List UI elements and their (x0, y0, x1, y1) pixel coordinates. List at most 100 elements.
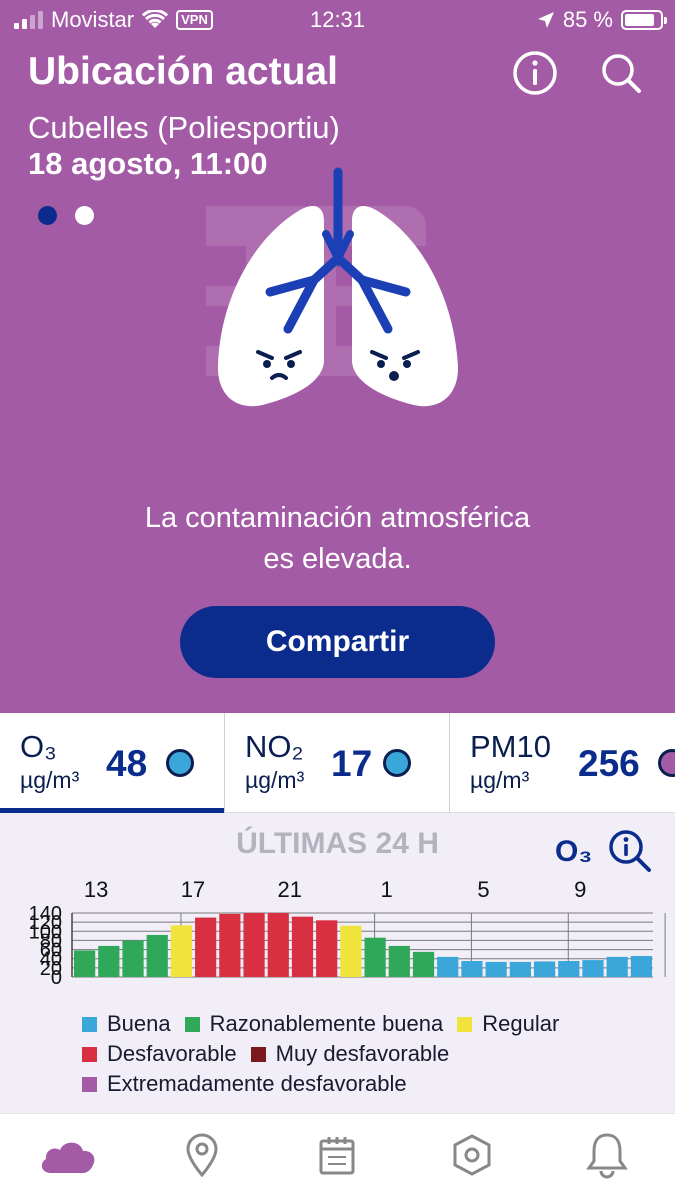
location-arrow-icon (537, 12, 554, 28)
page-dot-2[interactable] (75, 206, 94, 225)
pollutant-unit: µg/m³ (245, 767, 305, 793)
nav-alerts[interactable] (572, 1130, 642, 1180)
chart-bar (364, 937, 386, 977)
y-tick-label: 0 (51, 967, 62, 989)
search-button[interactable] (598, 50, 644, 96)
pollutant-value: 256 (578, 743, 640, 784)
legend-label: Extremadamente desfavorable (107, 1071, 407, 1096)
x-tick-label: 9 (574, 877, 586, 902)
chart-bar (195, 917, 217, 977)
location-pin-icon (186, 1133, 218, 1177)
x-tick-label: 5 (477, 877, 489, 902)
legend-item-regular: Regular (457, 1009, 559, 1039)
nav-calendar[interactable] (302, 1130, 372, 1180)
chart-bar (509, 961, 531, 977)
tab-pm10[interactable]: PM10 µg/m³ 256 (450, 713, 675, 813)
hexagon-settings-icon (453, 1134, 491, 1176)
nav-air-quality[interactable] (32, 1130, 102, 1180)
station-name: Cubelles (Poliesportiu) (28, 110, 340, 145)
page-dot-1[interactable] (38, 206, 57, 225)
legend-item-muy-desfavorable: Muy desfavorable (250, 1039, 450, 1069)
chart-bar (630, 955, 652, 977)
message-line-2: es elevada. (263, 543, 412, 575)
pollutant-name: O₃ (20, 729, 57, 764)
legend-swatch (82, 1016, 97, 1032)
chart-bar (533, 961, 556, 977)
chart-bar (437, 956, 459, 977)
chart-bar (461, 961, 483, 977)
quality-dot (658, 749, 675, 777)
o3-24h-bar-chart: 13 17 21 1 5 9140120100806040200 (29, 877, 666, 989)
battery-percent: 85 % (562, 7, 613, 32)
chart-panel: ÚLTIMAS 24 H O₃ 13 17 21 1 5 9 140 120 100 80 60 40… (0, 813, 675, 1113)
chart-bar (291, 916, 314, 977)
legend-item-buena: Buena (82, 1009, 171, 1039)
page-indicator[interactable] (38, 206, 94, 225)
bottom-nav (0, 1113, 675, 1200)
chart-pollutant: O₃ (555, 835, 593, 868)
pollution-message: La contaminación atmosférica es elevada. (60, 498, 615, 580)
chart-bar (485, 961, 507, 977)
tab-no2[interactable]: NO₂ µg/m³ 17 (225, 713, 450, 813)
chart-bar (582, 960, 604, 977)
status-bar: Movistar VPN 12:31 85 % (0, 0, 675, 38)
info-icon (513, 51, 557, 95)
legend-label: Regular (482, 1011, 560, 1036)
search-icon (602, 54, 641, 93)
nav-stations[interactable] (167, 1130, 237, 1180)
share-button[interactable]: Compartir (180, 606, 495, 678)
chart-bar (74, 950, 96, 977)
pollutant-unit: µg/m³ (20, 767, 80, 793)
legend-swatch (184, 1016, 200, 1032)
calendar-icon (319, 1137, 355, 1175)
x-tick-label: 1 (380, 877, 392, 902)
legend-label: Desfavorable (107, 1041, 237, 1066)
x-tick-label: 13 (84, 877, 108, 902)
chart-bar (388, 945, 410, 977)
info-button[interactable] (512, 50, 558, 96)
tab-o3[interactable]: O₃ µg/m³ 48 (0, 713, 225, 813)
battery-icon (621, 10, 667, 30)
chart-bar (340, 925, 362, 977)
chart-bar (267, 913, 289, 977)
chart-bar (316, 920, 338, 977)
chart-bar (412, 951, 435, 977)
zoom-info-icon[interactable] (608, 829, 652, 873)
message-line-1: La contaminación atmosférica (144, 502, 531, 534)
legend-swatch (457, 1016, 473, 1032)
sad-lungs-illustration (206, 167, 459, 407)
chart-bar (98, 945, 120, 977)
chart-bar (122, 940, 144, 977)
x-tick-label: 17 (181, 877, 205, 902)
hero-panel: Movistar VPN 12:31 85 % Ubicación actual (0, 0, 675, 713)
chart-bar (170, 925, 193, 977)
chart-legend: Buena Razonablemente buena Regular Desfa… (82, 1009, 672, 1099)
chart-bar (606, 956, 628, 977)
bell-icon (586, 1133, 628, 1179)
legend-swatch (250, 1046, 266, 1062)
quality-dot (383, 749, 411, 777)
page-title: Ubicación actual (28, 50, 338, 93)
x-tick-label: 21 (278, 877, 302, 902)
pollutant-value: 48 (106, 743, 148, 784)
legend-item-extremadamente-desfavorable: Extremadamente desfavorable (82, 1069, 407, 1099)
chart-bar (243, 913, 265, 977)
pollutant-unit: µg/m³ (470, 767, 530, 793)
pollutant-tabs: O₃ µg/m³ 48 NO₂ µg/m³ 17 PM10 µg/m³ 256 (0, 713, 675, 813)
pollutant-value: 17 (331, 743, 373, 784)
legend-label: Buena (107, 1011, 171, 1036)
legend-swatch (82, 1076, 97, 1092)
quality-dot (166, 749, 194, 777)
legend-swatch (82, 1046, 97, 1062)
legend-item-desfavorable: Desfavorable (82, 1039, 237, 1069)
legend-label: Razonablemente buena (209, 1011, 444, 1036)
chart-bar (146, 934, 168, 977)
chart-bar (558, 961, 580, 977)
legend-item-razonablemente-buena: Razonablemente buena (184, 1009, 444, 1039)
cloud-icon (41, 1142, 95, 1173)
nav-settings[interactable] (437, 1130, 507, 1180)
pollutant-name: NO₂ (245, 729, 304, 764)
legend-label: Muy desfavorable (275, 1041, 450, 1066)
chart-bar (219, 913, 241, 977)
pollutant-name: PM10 (470, 729, 551, 764)
